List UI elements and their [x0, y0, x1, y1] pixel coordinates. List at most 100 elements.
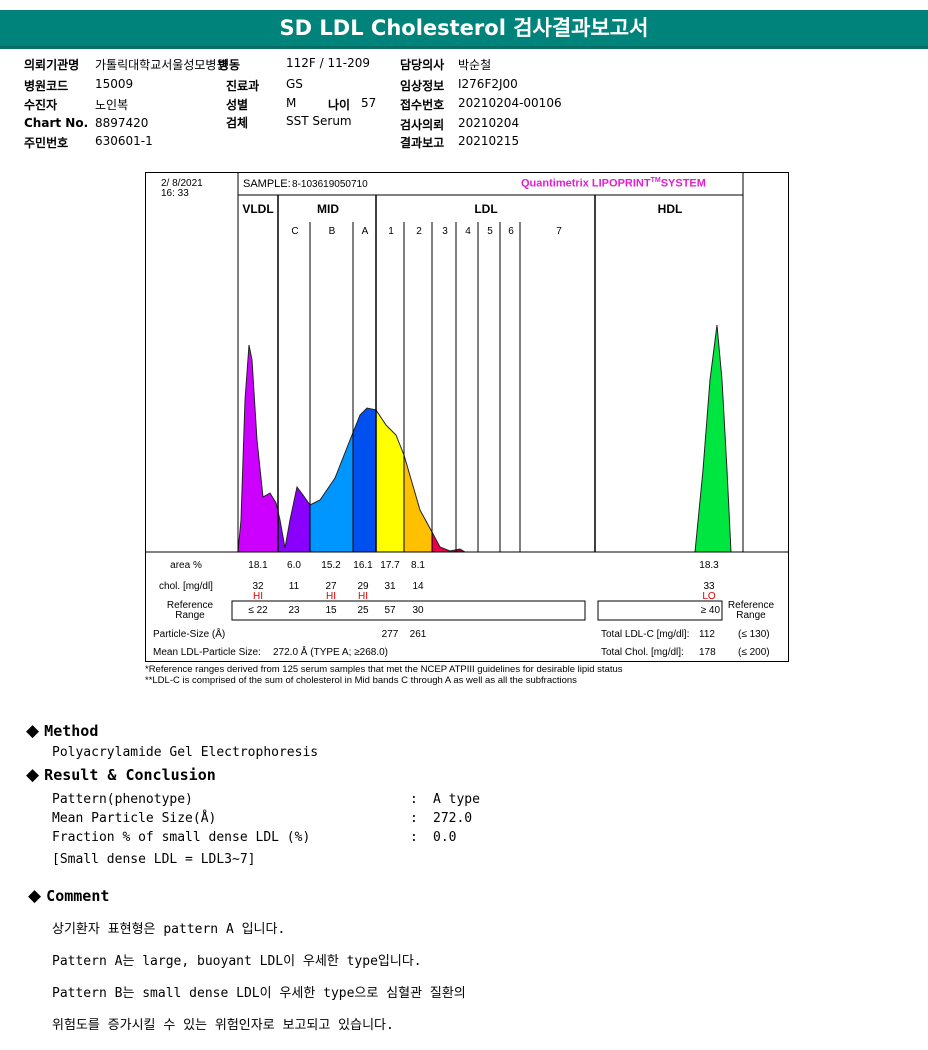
separator: : [410, 811, 418, 826]
comment-text: 상기환자 표현형은 pattern A 입니다. Pattern A는 larg… [52, 906, 466, 1050]
size-2: 261 [409, 629, 427, 640]
label: 검사의뢰 [400, 118, 445, 132]
label: 성별 [226, 98, 249, 112]
row-label-chol: chol. [mg/dl] [159, 581, 213, 592]
doctor: 박순철 [458, 58, 492, 72]
report-date: 20210215 [458, 134, 520, 148]
age: 57 [361, 96, 377, 110]
flag: HI [326, 591, 336, 602]
comment-line: Pattern A는 large, buoyant LDL이 우세한 type입… [52, 954, 422, 969]
row-label-ref: Reference Range [166, 600, 214, 621]
label: 의뢰기관명 [24, 58, 80, 72]
label: 수진자 [24, 98, 58, 112]
resident-id: 630601-1 [95, 134, 153, 148]
hdl-flag: LO [702, 591, 716, 602]
brand-tm: TM [650, 177, 661, 184]
ref-value: ≤ 22 [248, 605, 268, 616]
row-label-size: Particle-Size (Å) [153, 629, 226, 640]
band-label: 4 [465, 226, 471, 237]
lipoprint-chart: 2/ 8/2021 16: 33 SAMPLE: 8-103619050710 … [145, 172, 789, 662]
label: 검체 [226, 116, 249, 130]
total-ldl-ref: (≤ 130) [738, 629, 770, 640]
patient-name: 노인복 [95, 98, 129, 112]
time: 16: 33 [161, 188, 189, 199]
label: 임상정보 [400, 79, 445, 93]
band-label: 6 [508, 226, 514, 237]
result-label: Mean Particle Size(Å) [52, 811, 217, 826]
size-1: 277 [381, 629, 399, 640]
electrophoresis-plot [145, 172, 789, 621]
receipt-number: 20210204-00106 [458, 96, 562, 110]
result-value: A type [433, 792, 480, 807]
result-section: ◆ Result & Conclusion [26, 765, 216, 785]
comment-line: 상기환자 표현형은 pattern A 입니다. [52, 922, 286, 937]
result-label: Fraction % of small dense LDL (%) [52, 830, 311, 845]
band-label: 1 [388, 226, 394, 237]
ref-value: 57 [384, 605, 396, 616]
band-fill [238, 345, 278, 552]
area-value: 15.2 [321, 560, 341, 571]
band-label: B [328, 226, 336, 237]
hdl-area: 18.3 [699, 560, 719, 571]
area-value: 18.1 [248, 560, 268, 571]
section-ldl: LDL [474, 202, 498, 216]
band-label: A [361, 226, 369, 237]
label: 주민번호 [24, 136, 69, 150]
total-ldl-label: Total LDL-C [mg/dl]: [601, 629, 690, 640]
chart-number: 8897420 [95, 116, 149, 130]
band-label: 2 [416, 226, 422, 237]
footnotes: *Reference ranges derived from 125 serum… [145, 664, 623, 686]
brand: Quantimetrix LIPOPRINTTMSYSTEM [521, 177, 706, 190]
chol-value: 14 [412, 581, 424, 592]
total-chol: 178 [699, 647, 716, 658]
result-title: Result & Conclusion [44, 766, 216, 784]
flag: HI [358, 591, 368, 602]
chol-value: 11 [288, 581, 300, 592]
result-value: 272.0 [433, 811, 473, 826]
sample-id: 8-103619050710 [292, 179, 368, 190]
result-label: Pattern(phenotype) [52, 792, 193, 807]
brand-name: Quantimetrix LIPOPRINT [521, 177, 651, 190]
ref-value: 15 [325, 605, 337, 616]
row-label-mean: Mean LDL-Particle Size: [153, 647, 261, 658]
comment-line: Pattern B는 small dense LDL이 우세한 type으로 심… [52, 986, 466, 1001]
institution: 가톨릭대학교서울성모병원 [95, 58, 228, 72]
separator: : [410, 792, 418, 807]
section-hdl: HDL [657, 202, 683, 216]
separator: : [410, 830, 418, 845]
area-value: 6.0 [287, 560, 301, 571]
label: 병동 [218, 58, 241, 72]
flag: HI [253, 591, 263, 602]
label: 진료과 [226, 79, 260, 93]
comment-section: ◆ Comment [28, 886, 109, 906]
ref-value: 30 [412, 605, 424, 616]
footnote: **LDL-C is comprised of the sum of chole… [145, 675, 577, 686]
result-value: 0.0 [433, 830, 457, 845]
diamond-icon: ◆ [28, 886, 42, 906]
hospital-code: 15009 [95, 77, 134, 91]
footnote: *Reference ranges derived from 125 serum… [145, 664, 623, 675]
hdl-ref: ≥ 40 [700, 605, 720, 616]
department: GS [286, 77, 303, 91]
total-ldl: 112 [699, 629, 715, 640]
clinical-info: I276F2J00 [458, 77, 518, 91]
diamond-icon: ◆ [26, 721, 40, 741]
report-title: SD LDL Cholesterol 검사결과보고서 [0, 10, 928, 49]
method-title: Method [44, 722, 99, 740]
brand-system: SYSTEM [660, 177, 706, 190]
row-label-area: area % [170, 560, 202, 571]
grid-lines [145, 172, 789, 621]
method-text: Polyacrylamide Gel Electrophoresis [52, 745, 319, 760]
result-note: [Small dense LDL = LDL3~7] [52, 852, 256, 867]
diamond-icon: ◆ [26, 765, 40, 785]
ref-value: 23 [288, 605, 300, 616]
comment-title: Comment [46, 887, 110, 905]
sex: M [286, 96, 297, 110]
ward: 112F / 11-209 [286, 56, 370, 70]
total-chol-label: Total Chol. [mg/dl]: [601, 647, 684, 658]
method-section: ◆ Method [26, 721, 98, 741]
label: 나이 [328, 98, 351, 112]
label: 병원코드 [24, 79, 69, 93]
specimen: SST Serum [286, 114, 352, 128]
area-value: 8.1 [411, 560, 425, 571]
